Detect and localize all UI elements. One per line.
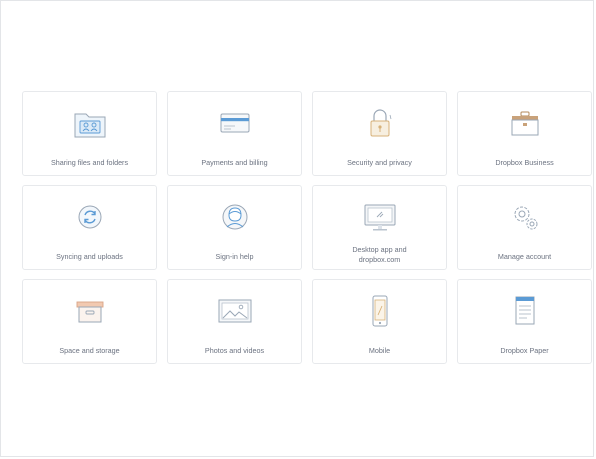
topic-card-signin[interactable]: Sign-in help bbox=[167, 185, 302, 270]
lock-icon bbox=[359, 102, 401, 144]
topic-card-manage-account[interactable]: Manage account bbox=[457, 185, 592, 270]
paper-document-icon bbox=[504, 290, 546, 332]
topic-card-photos[interactable]: Photos and videos bbox=[167, 279, 302, 364]
topic-card-payments[interactable]: Payments and billing bbox=[167, 91, 302, 176]
help-center-page: Sharing files and folders Payments and b… bbox=[0, 0, 594, 457]
mobile-phone-icon bbox=[359, 290, 401, 332]
topic-card-business[interactable]: Dropbox Business bbox=[457, 91, 592, 176]
topic-label-desktop: Desktop app and dropbox.com bbox=[352, 245, 407, 264]
topic-label-business: Dropbox Business bbox=[495, 158, 554, 167]
briefcase-icon bbox=[504, 102, 546, 144]
help-topics-grid: Sharing files and folders Payments and b… bbox=[22, 91, 592, 364]
topic-card-sharing[interactable]: Sharing files and folders bbox=[22, 91, 157, 176]
topic-card-space[interactable]: Space and storage bbox=[22, 279, 157, 364]
sync-icon bbox=[69, 196, 111, 238]
topic-label-paper: Dropbox Paper bbox=[500, 346, 549, 355]
gear-icon bbox=[504, 196, 546, 238]
topic-label-mobile: Mobile bbox=[368, 346, 391, 355]
monitor-icon bbox=[359, 196, 401, 238]
topic-card-desktop[interactable]: Desktop app and dropbox.com bbox=[312, 185, 447, 270]
topic-card-paper[interactable]: Dropbox Paper bbox=[457, 279, 592, 364]
photo-icon bbox=[214, 290, 256, 332]
topic-label-manage-account: Manage account bbox=[497, 252, 552, 261]
topic-label-sharing: Sharing files and folders bbox=[50, 158, 129, 167]
topic-label-signin: Sign-in help bbox=[215, 252, 254, 261]
user-icon bbox=[214, 196, 256, 238]
credit-card-icon bbox=[214, 102, 256, 144]
topic-label-space: Space and storage bbox=[59, 346, 120, 355]
topic-card-syncing[interactable]: Syncing and uploads bbox=[22, 185, 157, 270]
storage-box-icon bbox=[69, 290, 111, 332]
topic-card-security[interactable]: Security and privacy bbox=[312, 91, 447, 176]
topic-label-security: Security and privacy bbox=[347, 158, 412, 167]
shared-folder-icon bbox=[69, 102, 111, 144]
topic-label-photos: Photos and videos bbox=[204, 346, 265, 355]
topic-label-syncing: Syncing and uploads bbox=[56, 252, 123, 261]
topic-card-mobile[interactable]: Mobile bbox=[312, 279, 447, 364]
topic-label-payments: Payments and billing bbox=[201, 158, 268, 167]
